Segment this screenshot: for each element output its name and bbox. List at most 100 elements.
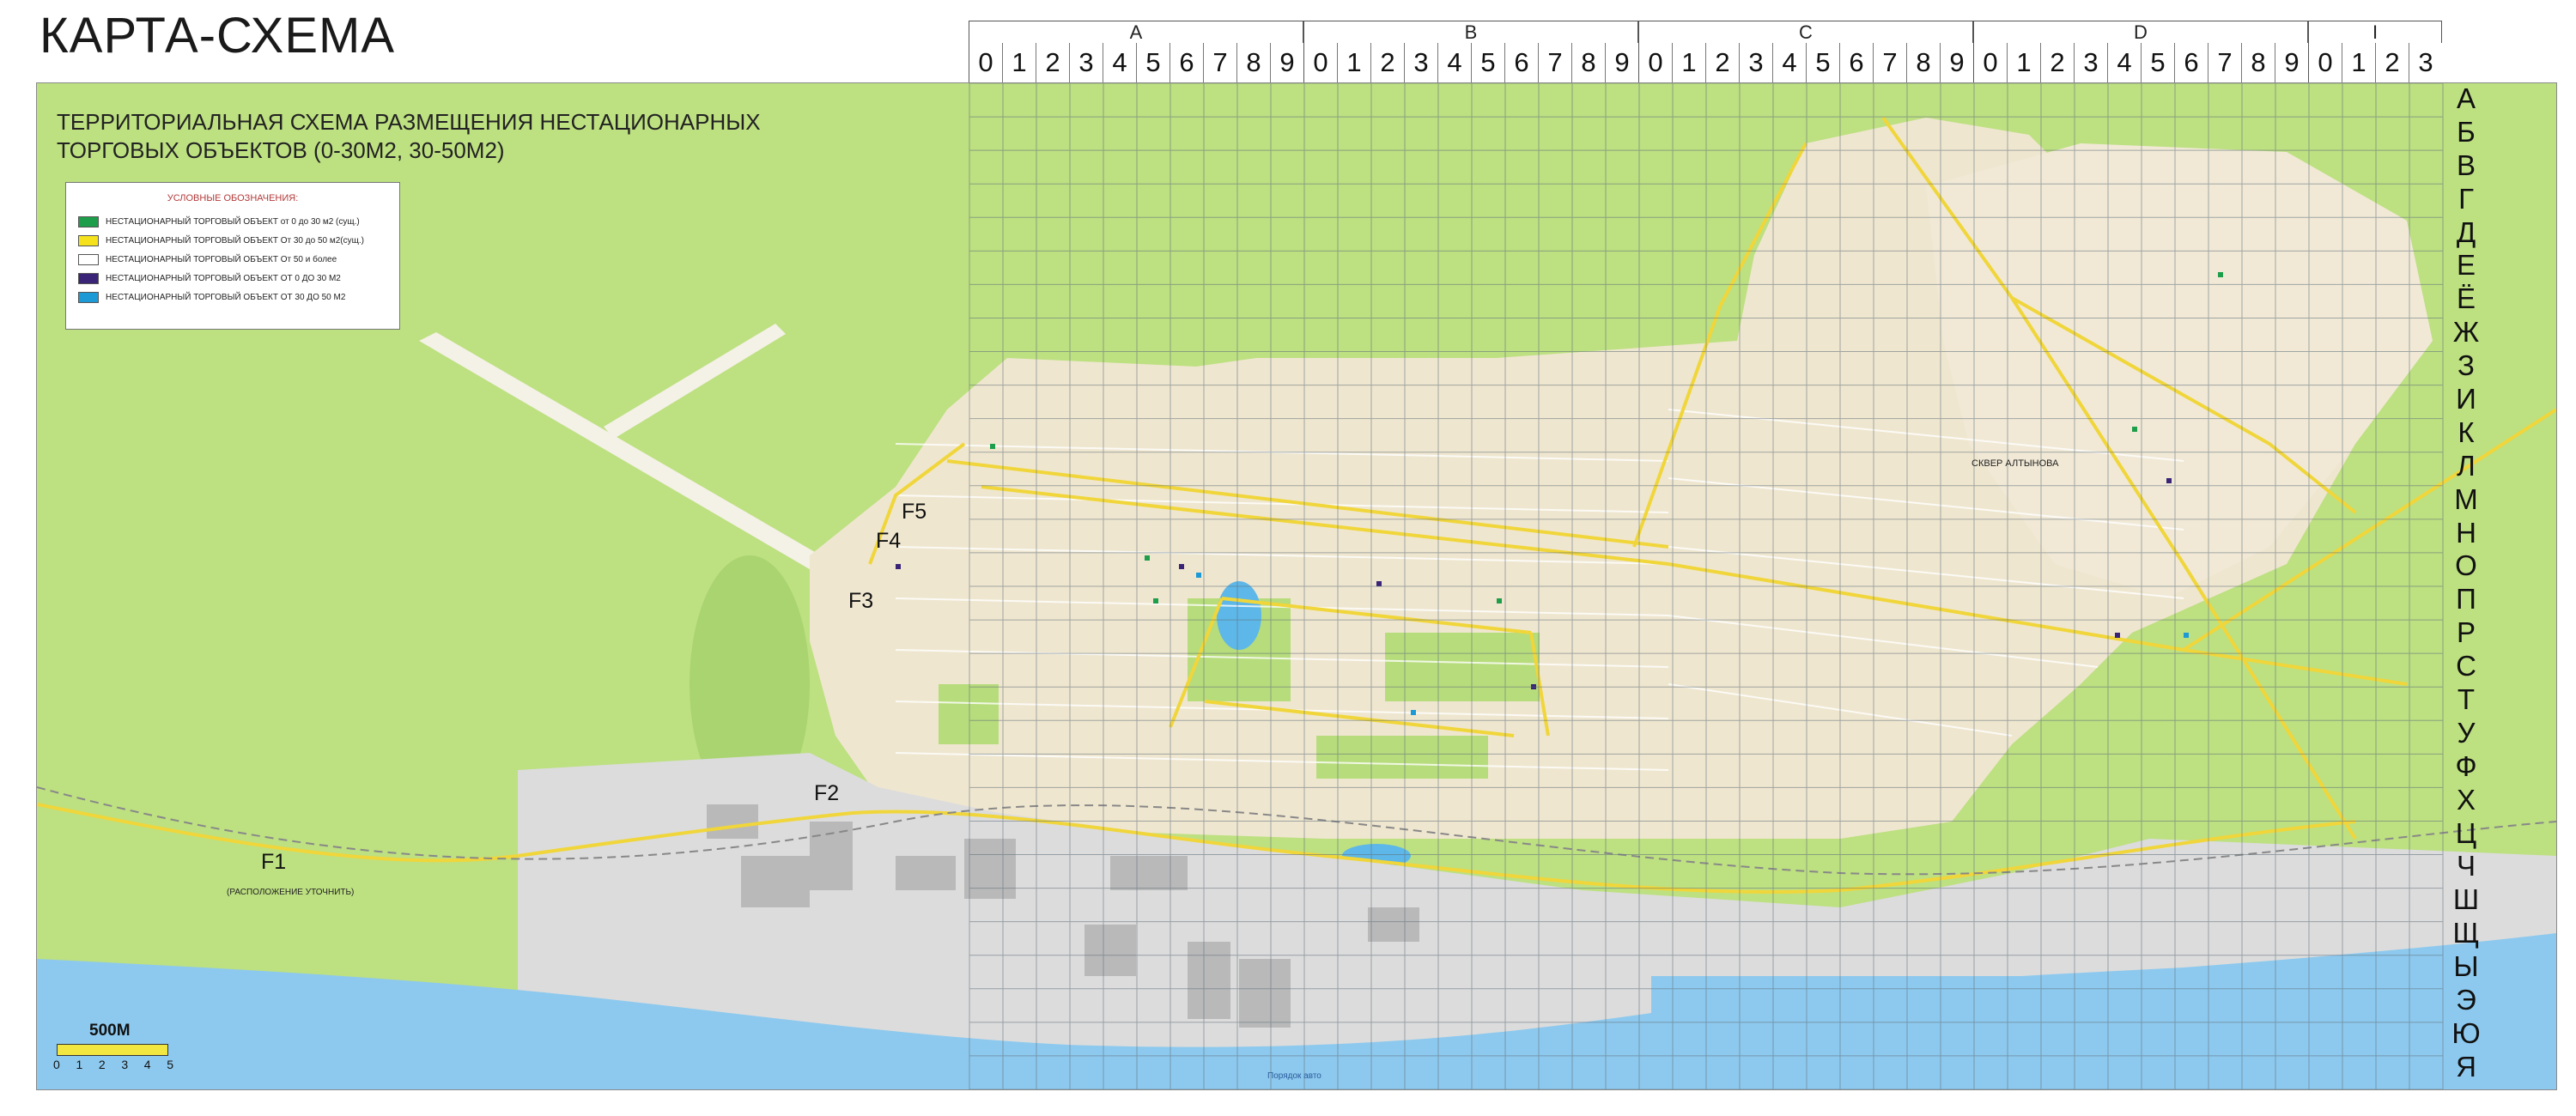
row-label: К bbox=[2458, 415, 2475, 448]
legend-swatch-purple bbox=[78, 272, 99, 284]
row-label: Щ bbox=[2452, 917, 2480, 949]
column-digit: 3 bbox=[1069, 43, 1103, 82]
row-label: Х bbox=[2456, 783, 2476, 816]
scale-tick: 1 bbox=[76, 1058, 83, 1071]
column-group-i: I bbox=[2308, 21, 2442, 43]
map-subtitle-line-2: ТОРГОВЫХ ОБЪЕКТОВ (0-30М2, 30-50М2) bbox=[57, 137, 505, 163]
column-digit: 7 bbox=[1538, 43, 1571, 82]
row-label: З bbox=[2458, 349, 2475, 382]
legend-item: НЕСТАЦИОНАРНЫЙ ТОРГОВЫЙ ОБЪЕКТ От 30 до … bbox=[78, 231, 387, 250]
column-digit: 6 bbox=[1170, 43, 1203, 82]
legend-item: НЕСТАЦИОНАРНЫЙ ТОРГОВЫЙ ОБЪЕКТ От 50 и б… bbox=[78, 250, 387, 269]
row-label: Ц bbox=[2455, 816, 2477, 849]
zone-label-f2[interactable]: F2 bbox=[814, 781, 839, 806]
row-label: Я bbox=[2456, 1050, 2476, 1083]
column-digit: 4 bbox=[1437, 43, 1471, 82]
page-title: КАРТА-СХЕМА bbox=[39, 8, 396, 64]
column-digit: 8 bbox=[2241, 43, 2275, 82]
row-label: В bbox=[2456, 149, 2476, 181]
column-digit-row: 0123456789012345678901234567890123456789… bbox=[969, 43, 2442, 82]
row-label: У bbox=[2457, 716, 2476, 749]
zone-f1-note: (РАСПОЛОЖЕНИЕ УТОЧНИТЬ) bbox=[227, 888, 355, 897]
row-label: П bbox=[2456, 583, 2476, 616]
column-digit: 5 bbox=[1471, 43, 1504, 82]
column-digit: 8 bbox=[1571, 43, 1605, 82]
row-label: Ё bbox=[2456, 282, 2476, 315]
row-label: Д bbox=[2456, 215, 2476, 248]
column-digit: 1 bbox=[2007, 43, 2040, 82]
legend: УСЛОВНЫЕ ОБОЗНАЧЕНИЯ: НЕСТАЦИОНАРНЫЙ ТОР… bbox=[65, 182, 400, 330]
column-digit: 9 bbox=[1605, 43, 1638, 82]
column-digit: 2 bbox=[1705, 43, 1739, 82]
zone-label-f4[interactable]: F4 bbox=[876, 529, 901, 554]
column-digit: 7 bbox=[1203, 43, 1236, 82]
column-digit: 1 bbox=[1337, 43, 1370, 82]
column-digit: 9 bbox=[1940, 43, 1973, 82]
column-digit: 3 bbox=[2409, 43, 2442, 82]
column-digit: 2 bbox=[1370, 43, 1404, 82]
row-label-column: АБВГДЕЁЖЗИКЛМНОПРСТУФХЦЧШЩЫЭЮЯ bbox=[2440, 82, 2492, 1084]
column-digit: 5 bbox=[1806, 43, 1839, 82]
map-subtitle-line-1: ТЕРРИТОРИАЛЬНАЯ СХЕМА РАЗМЕЩЕНИЯ НЕСТАЦИ… bbox=[57, 109, 761, 135]
column-digit: 1 bbox=[1002, 43, 1036, 82]
city-park-2 bbox=[1385, 633, 1540, 701]
row-label: Ю bbox=[2451, 1016, 2481, 1049]
city-park-3 bbox=[1316, 736, 1488, 779]
legend-swatch-blue bbox=[78, 291, 99, 303]
zone-label-f1[interactable]: F1 bbox=[261, 850, 286, 875]
row-label: Л bbox=[2457, 449, 2476, 482]
zone-label-f5[interactable]: F5 bbox=[902, 500, 927, 525]
column-group-row: A B C D I bbox=[969, 21, 2442, 43]
row-label: Ы bbox=[2453, 950, 2479, 983]
legend-item: НЕСТАЦИОНАРНЫЙ ТОРГОВЫЙ ОБЪЕКТ от 0 до 3… bbox=[78, 212, 387, 231]
map-canvas bbox=[37, 83, 2556, 1089]
column-digit: 5 bbox=[2141, 43, 2174, 82]
column-digit: 9 bbox=[2275, 43, 2308, 82]
column-digit: 5 bbox=[1136, 43, 1170, 82]
column-digit: 1 bbox=[1672, 43, 1705, 82]
column-digit: 7 bbox=[2208, 43, 2241, 82]
row-label: Ф bbox=[2455, 749, 2477, 782]
row-label: Г bbox=[2458, 182, 2474, 215]
city-park-4 bbox=[939, 684, 999, 744]
legend-swatch-white bbox=[78, 253, 99, 265]
column-group-b: B bbox=[1303, 21, 1638, 43]
column-digit: 4 bbox=[1772, 43, 1806, 82]
row-label: И bbox=[2456, 383, 2476, 415]
column-group-c: C bbox=[1638, 21, 1973, 43]
row-label: Ч bbox=[2457, 850, 2476, 882]
column-digit: 6 bbox=[1839, 43, 1873, 82]
scale-tick: 0 bbox=[53, 1058, 60, 1071]
row-label: М bbox=[2454, 482, 2478, 515]
row-label: Р bbox=[2456, 616, 2476, 649]
legend-swatch-yellow bbox=[78, 234, 99, 246]
column-digit: 0 bbox=[969, 43, 1002, 82]
row-label: Э bbox=[2456, 984, 2476, 1016]
place-label-bottom: Порядок авто bbox=[1267, 1071, 1321, 1081]
column-group-a: A bbox=[969, 21, 1303, 43]
legend-label: НЕСТАЦИОНАРНЫЙ ТОРГОВЫЙ ОБЪЕКТ От 50 и б… bbox=[106, 254, 337, 264]
row-label: Ш bbox=[2452, 883, 2480, 916]
place-label-square: СКВЕР АЛТЫНОВА bbox=[1971, 458, 2059, 469]
legend-label: НЕСТАЦИОНАРНЫЙ ТОРГОВЫЙ ОБЪЕКТ ОТ 0 ДО 3… bbox=[106, 273, 341, 283]
scale-label: 500М bbox=[89, 1022, 131, 1040]
column-digit: 6 bbox=[1504, 43, 1538, 82]
legend-label: НЕСТАЦИОНАРНЫЙ ТОРГОВЫЙ ОБЪЕКТ ОТ 30 ДО … bbox=[106, 292, 346, 302]
column-digit: 2 bbox=[1036, 43, 1069, 82]
row-label: О bbox=[2455, 549, 2477, 582]
map-area[interactable] bbox=[36, 82, 2557, 1090]
row-label: Б bbox=[2457, 115, 2476, 148]
column-group-d: D bbox=[1973, 21, 2308, 43]
column-digit: 3 bbox=[1404, 43, 1437, 82]
column-digit: 4 bbox=[2107, 43, 2141, 82]
legend-label: НЕСТАЦИОНАРНЫЙ ТОРГОВЫЙ ОБЪЕКТ от 0 до 3… bbox=[106, 216, 360, 227]
column-digit: 1 bbox=[2342, 43, 2375, 82]
scale-tick: 2 bbox=[98, 1058, 106, 1071]
column-digit: 0 bbox=[1303, 43, 1337, 82]
column-digit: 2 bbox=[2375, 43, 2409, 82]
row-label: С bbox=[2456, 650, 2476, 682]
column-digit: 4 bbox=[1103, 43, 1136, 82]
scale-tick: 3 bbox=[121, 1058, 129, 1071]
legend-item: НЕСТАЦИОНАРНЫЙ ТОРГОВЫЙ ОБЪЕКТ ОТ 0 ДО 3… bbox=[78, 269, 387, 288]
zone-label-f3[interactable]: F3 bbox=[848, 589, 873, 614]
